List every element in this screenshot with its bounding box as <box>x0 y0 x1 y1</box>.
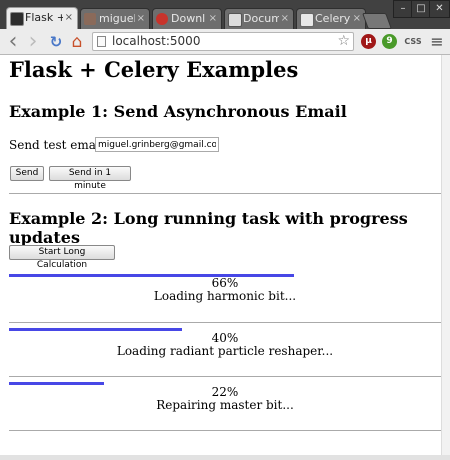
close-icon[interactable]: × <box>65 8 73 28</box>
menu-icon[interactable]: ≡ <box>428 33 446 51</box>
tab-title: Flask + <box>25 11 63 24</box>
tab-strip: Flask + × miguel × Downl × Docum × Celer… <box>0 0 450 29</box>
tab-documentation[interactable]: Docum × <box>224 8 294 29</box>
close-icon[interactable]: × <box>281 9 289 29</box>
ublock-icon[interactable]: μ <box>361 34 376 49</box>
docs-icon <box>228 13 242 27</box>
tab-title: Celery <box>315 12 351 25</box>
close-window-button[interactable]: ✕ <box>429 0 450 18</box>
send-button[interactable]: Send <box>10 166 44 181</box>
progress-percent: 22% <box>211 385 239 399</box>
window-bottom-edge <box>0 455 450 460</box>
css-icon[interactable]: CSS <box>403 34 423 49</box>
close-icon[interactable]: × <box>209 9 217 29</box>
tab-title: Docum <box>243 12 279 25</box>
tab-title: miguel <box>99 12 135 25</box>
url-text[interactable]: localhost:5000 <box>112 33 200 50</box>
example1-heading: Example 1: Send Asynchronous Email <box>9 102 347 121</box>
terminal-icon <box>10 12 24 26</box>
bookmark-star-icon[interactable]: ☆ <box>337 33 350 50</box>
divider <box>9 322 441 323</box>
page-icon <box>300 13 314 27</box>
scrollbar[interactable] <box>441 55 450 460</box>
divider <box>9 376 441 377</box>
page-icon <box>97 36 106 47</box>
back-icon[interactable]: ‹ <box>4 31 22 53</box>
tab-miguel[interactable]: miguel × <box>80 8 150 29</box>
reload-icon[interactable]: ↻ <box>47 33 65 51</box>
browser-toolbar: ‹ › ↻ ⌂ localhost:5000 ☆ μ 9 CSS ≡ <box>0 29 450 55</box>
send-in-1-minute-button[interactable]: Send in 1 minute <box>49 166 131 191</box>
tab-celery[interactable]: Celery × <box>296 8 366 29</box>
close-icon[interactable]: × <box>137 9 145 29</box>
tab-title: Downl <box>171 12 206 25</box>
page-content: Flask + Celery Examples Example 1: Send … <box>0 55 441 455</box>
address-bar[interactable]: localhost:5000 ☆ <box>92 32 354 51</box>
progress-status: Repairing master bit... <box>156 398 294 412</box>
start-long-calculation-button[interactable]: Start Long Calculation <box>9 245 115 270</box>
close-icon[interactable]: × <box>353 9 361 29</box>
progress-percent: 40% <box>211 331 239 345</box>
download-icon <box>156 13 168 25</box>
home-icon[interactable]: ⌂ <box>68 33 86 51</box>
progress-percent: 66% <box>211 276 239 290</box>
page-title: Flask + Celery Examples <box>9 57 299 82</box>
forward-icon[interactable]: › <box>24 31 42 53</box>
browser-window: Flask + × miguel × Downl × Docum × Celer… <box>0 0 450 460</box>
divider <box>9 430 441 431</box>
avatar-icon <box>84 13 96 25</box>
new-tab-button[interactable] <box>362 13 392 29</box>
tab-downloads[interactable]: Downl × <box>152 8 222 29</box>
email-field[interactable] <box>95 137 219 152</box>
progress-status: Loading harmonic bit... <box>153 289 297 303</box>
example2-heading: Example 2: Long running task with progre… <box>9 209 408 247</box>
evernote-icon[interactable]: 9 <box>382 34 397 49</box>
progress-status: Loading radiant particle reshaper... <box>116 344 334 358</box>
tab-flask-celery[interactable]: Flask + × <box>6 7 78 29</box>
maximize-button[interactable]: □ <box>411 0 431 18</box>
minimize-button[interactable]: – <box>393 0 413 18</box>
divider <box>9 193 441 194</box>
